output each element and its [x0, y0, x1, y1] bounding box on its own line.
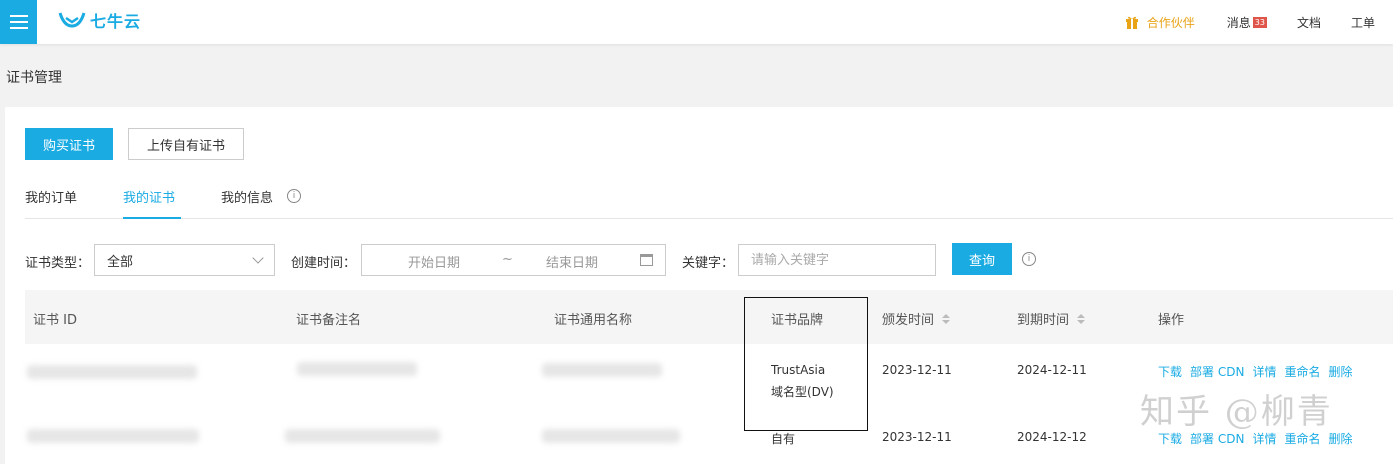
start-date-placeholder: 开始日期 — [408, 256, 461, 271]
issued-time-label: 颁发时间 — [882, 313, 935, 328]
logo-text: 七牛云 — [90, 12, 142, 31]
col-cert-common-name: 证书通用名称 — [554, 313, 633, 328]
redacted-cert-id — [27, 429, 199, 443]
ticket-link[interactable]: 工单 — [1351, 14, 1375, 31]
table-header: 证书 ID 证书备注名 证书通用名称 证书品牌 颁发时间 到期时间 操作 — [25, 290, 1393, 344]
info-icon[interactable]: i — [287, 189, 301, 203]
logo[interactable]: 七牛云 — [58, 8, 141, 32]
menu-button[interactable] — [0, 0, 37, 44]
redacted-common-name — [542, 429, 680, 443]
redacted-remark — [285, 429, 440, 443]
rename-link[interactable]: 重命名 — [1284, 363, 1320, 380]
expire-time-label: 到期时间 — [1017, 313, 1070, 328]
chevron-down-icon — [252, 252, 264, 264]
cert-type-label: 证书类型： — [25, 256, 91, 271]
query-button[interactable]: 查询 — [952, 243, 1012, 275]
redacted-cert-id — [27, 365, 197, 379]
issued-date: 2023-12-11 — [882, 363, 952, 377]
redacted-remark — [297, 362, 417, 376]
keyword-input[interactable] — [738, 244, 936, 276]
hamburger-icon — [9, 15, 28, 17]
date-range-separator: ~ — [502, 252, 513, 267]
download-link[interactable]: 下载 — [1158, 363, 1182, 380]
col-cert-id: 证书 ID — [33, 313, 77, 328]
buy-certificate-button[interactable]: 购买证书 — [25, 128, 113, 160]
page-title: 证书管理 — [6, 70, 62, 86]
info-icon[interactable]: i — [1022, 252, 1036, 266]
cert-brand: TrustAsia — [771, 363, 826, 377]
partner-label: 合作伙伴 — [1146, 15, 1195, 30]
col-actions: 操作 — [1158, 313, 1185, 328]
cert-type-select[interactable]: 全部 — [94, 244, 275, 276]
gift-icon — [1125, 16, 1138, 29]
created-time-label: 创建时间： — [291, 256, 357, 271]
calendar-icon — [640, 254, 653, 266]
top-bar: 七牛云 合作伙伴 消息 33 文档 工单 — [0, 0, 1393, 44]
sort-icon[interactable] — [1077, 313, 1086, 324]
date-range-picker[interactable]: 开始日期 ~ 结束日期 — [361, 244, 666, 276]
redacted-common-name — [542, 363, 662, 377]
delete-link[interactable]: 删除 — [1328, 363, 1352, 380]
keyword-label: 关键字： — [682, 256, 735, 271]
col-cert-remark: 证书备注名 — [296, 313, 362, 328]
message-count-badge: 33 — [1252, 16, 1267, 28]
tab-my-orders[interactable]: 我的订单 — [25, 187, 77, 219]
row-actions: 下载 部署 CDN 详情 重命名 删除 — [1158, 363, 1352, 380]
tab-bar: 我的订单 我的证书 我的信息 i — [25, 177, 1393, 219]
cert-brand-type: 域名型(DV) — [771, 385, 834, 399]
cert-type-value: 全部 — [107, 254, 134, 270]
tab-my-certificates[interactable]: 我的证书 — [123, 187, 181, 219]
messages-link[interactable]: 消息 33 — [1227, 14, 1267, 31]
deploy-cdn-link[interactable]: 部署 CDN — [1190, 363, 1244, 380]
watermark: 知乎 @柳青 — [1140, 392, 1333, 432]
expire-date: 2024-12-12 — [1017, 430, 1087, 444]
qiniu-logo-icon — [58, 12, 86, 28]
docs-link[interactable]: 文档 — [1297, 14, 1321, 31]
col-cert-brand: 证书品牌 — [771, 313, 824, 328]
sort-icon[interactable] — [942, 313, 951, 324]
issued-date: 2023-12-11 — [882, 430, 952, 444]
upload-certificate-button[interactable]: 上传自有证书 — [128, 128, 244, 160]
partner-link[interactable]: 合作伙伴 — [1125, 14, 1195, 31]
tab-my-info[interactable]: 我的信息 — [221, 187, 273, 219]
col-expire-time[interactable]: 到期时间 — [1017, 309, 1086, 328]
expire-date: 2024-12-11 — [1017, 363, 1087, 377]
details-link[interactable]: 详情 — [1252, 363, 1276, 380]
cert-brand: 自有 — [771, 432, 796, 446]
messages-label: 消息 — [1226, 15, 1251, 30]
end-date-placeholder: 结束日期 — [546, 256, 599, 271]
col-issued-time[interactable]: 颁发时间 — [882, 309, 951, 328]
